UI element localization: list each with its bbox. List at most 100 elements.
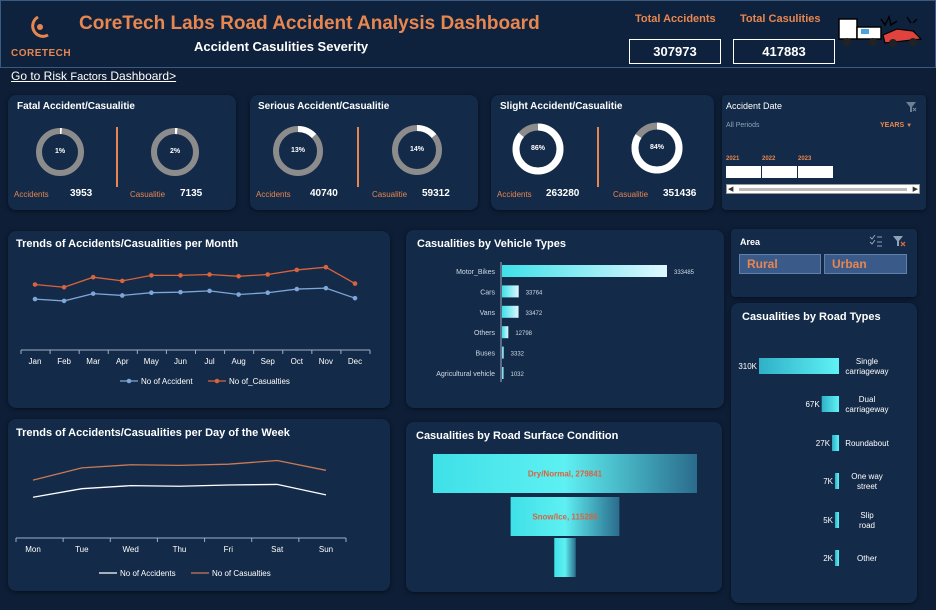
- area-clear-filter-icon[interactable]: [892, 235, 906, 247]
- serious-acc-label: Accidents: [256, 190, 291, 199]
- serious-card: Serious Accident/Casualitie 13% 14% Acci…: [250, 95, 478, 210]
- x-tick-label: Wed: [123, 545, 139, 554]
- x-tick-label: Thu: [173, 545, 187, 554]
- category-label: Buses: [476, 351, 496, 358]
- all-periods-label: All Periods: [726, 122, 760, 129]
- road-type-bar: [835, 512, 839, 528]
- legend-label: No of Accidents: [120, 569, 176, 578]
- road-type-bar: [821, 396, 839, 412]
- x-tick-label: May: [144, 357, 159, 366]
- link-text-end: Dashboard>: [107, 69, 177, 83]
- x-tick-label: Sat: [271, 545, 284, 554]
- total-accidents-value: 307973: [629, 39, 721, 64]
- fatal-cas-label: Casualitie: [130, 190, 166, 199]
- link-text-small: Factors: [70, 71, 108, 83]
- road-types-card: Casualities by Road Types 310K Single carr…: [731, 303, 917, 603]
- data-point: [178, 273, 183, 278]
- vehicle-bar: [502, 265, 667, 277]
- fatal-acc-pct: 1%: [54, 148, 66, 155]
- data-label: 2K: [823, 554, 833, 563]
- car-crash-icon: [838, 14, 923, 47]
- period-level-value: YEARS: [880, 122, 905, 129]
- x-tick-label: Sep: [261, 357, 276, 366]
- area-option-rural[interactable]: Rural: [739, 254, 821, 274]
- scroll-right-icon[interactable]: ▶: [913, 185, 918, 193]
- category-label: Dual: [859, 395, 876, 404]
- data-point: [265, 290, 271, 296]
- category-label: Roundabout: [845, 439, 889, 448]
- slight-cas-label: Casualitie: [613, 190, 649, 199]
- day-trend-chart: Mon Tue Wed Thu Fri Sat Sun No of Accidents No o…: [15, 459, 347, 578]
- slight-divider: [597, 127, 599, 187]
- data-point: [90, 274, 96, 280]
- x-tick-label: Jul: [204, 357, 214, 366]
- category-label: carriageway: [845, 367, 888, 376]
- day-trend-card: Trends of Accidents/Casualities per Day …: [8, 419, 390, 591]
- data-point: [90, 291, 96, 296]
- risk-dashboard-link[interactable]: Go to Risk Factors Dashboard>: [11, 69, 176, 83]
- date-filter-title: Accident Date: [726, 101, 783, 111]
- data-label: Dry/Normal, 279841: [528, 470, 603, 479]
- year-2023-bar[interactable]: [798, 166, 833, 178]
- road-types-chart: 310KSinglecarriageway67KDualcarriageway2…: [738, 357, 890, 566]
- road-surface-card: Casualities by Road Surface Condition Dr…: [406, 422, 722, 592]
- data-point: [236, 292, 241, 297]
- year-2022-bar[interactable]: [762, 166, 797, 178]
- x-tick-label: Tue: [75, 545, 89, 554]
- vehicle-types-card: Casualities by Vehicle Types Motor_Bikes…: [406, 230, 724, 408]
- data-point: [207, 272, 212, 277]
- area-option-urban[interactable]: Urban: [824, 254, 907, 274]
- period-level-dropdown[interactable]: YEARS ▼: [880, 122, 912, 129]
- x-tick-label: Oct: [291, 357, 304, 366]
- month-trend-chart: Jan Feb Mar Apr May Jun Jul Aug Sep Oct Nov Dec No o…: [20, 264, 371, 386]
- vehicle-bar: [502, 346, 504, 359]
- data-label: 67K: [805, 400, 820, 409]
- area-filter: Area Rural Urban: [731, 229, 917, 297]
- x-tick-label: Aug: [232, 357, 246, 366]
- data-point: [323, 264, 329, 270]
- logo-icon: [31, 15, 49, 38]
- month-trend-card: Trends of Accidents/Casualities per Mont…: [8, 231, 390, 408]
- fatal-cas-value: 7135: [180, 188, 203, 199]
- coretech-logo: CORETECH: [11, 13, 71, 59]
- category-label: road: [859, 521, 875, 530]
- data-label: 12798: [515, 331, 532, 337]
- series-line: [32, 483, 327, 498]
- slight-card-title: Slight Accident/Casualitie: [500, 101, 623, 112]
- legend-marker: [214, 378, 220, 384]
- x-tick-label: Jan: [29, 357, 42, 366]
- year-2023-label: 2023: [798, 156, 812, 162]
- category-label: Other: [857, 554, 877, 563]
- vehicle-bar: [502, 285, 519, 298]
- data-point: [149, 273, 154, 278]
- serious-divider: [357, 127, 359, 187]
- serious-acc-value: 40740: [310, 188, 338, 199]
- data-point: [352, 295, 358, 301]
- clear-filter-icon[interactable]: [905, 101, 917, 113]
- legend-label: No of Accident: [141, 377, 193, 386]
- road-type-bar: [832, 435, 839, 451]
- scroll-thumb[interactable]: [739, 188, 907, 191]
- chevron-down-icon: ▼: [906, 123, 913, 129]
- data-label: 7K: [823, 477, 833, 486]
- logo-text: CORETECH: [11, 48, 72, 59]
- fatal-card: Fatal Accident/Casualitie 1% 2% Accident…: [8, 95, 236, 210]
- data-label: 310K: [738, 362, 757, 371]
- multi-select-icon[interactable]: [869, 235, 883, 247]
- x-tick-label: Sun: [319, 545, 333, 554]
- category-label: street: [857, 482, 878, 491]
- scroll-left-icon[interactable]: ◀: [728, 185, 733, 193]
- category-label: Agricultural vehicle: [436, 371, 495, 378]
- year-2021-bar[interactable]: [726, 166, 761, 178]
- data-label: 27K: [816, 439, 831, 448]
- total-casualties-label: Total Casulities: [740, 13, 821, 25]
- timeline-scrollbar[interactable]: ◀ ▶: [726, 184, 920, 194]
- data-point: [149, 290, 154, 296]
- data-label: 33472: [526, 311, 543, 317]
- legend-label: No of_Casualties: [229, 377, 290, 386]
- vehicle-bar: [502, 367, 504, 379]
- data-point: [265, 272, 271, 277]
- data-point: [294, 267, 300, 273]
- data-label: 33764: [526, 290, 543, 296]
- x-tick-label: Jun: [174, 357, 187, 366]
